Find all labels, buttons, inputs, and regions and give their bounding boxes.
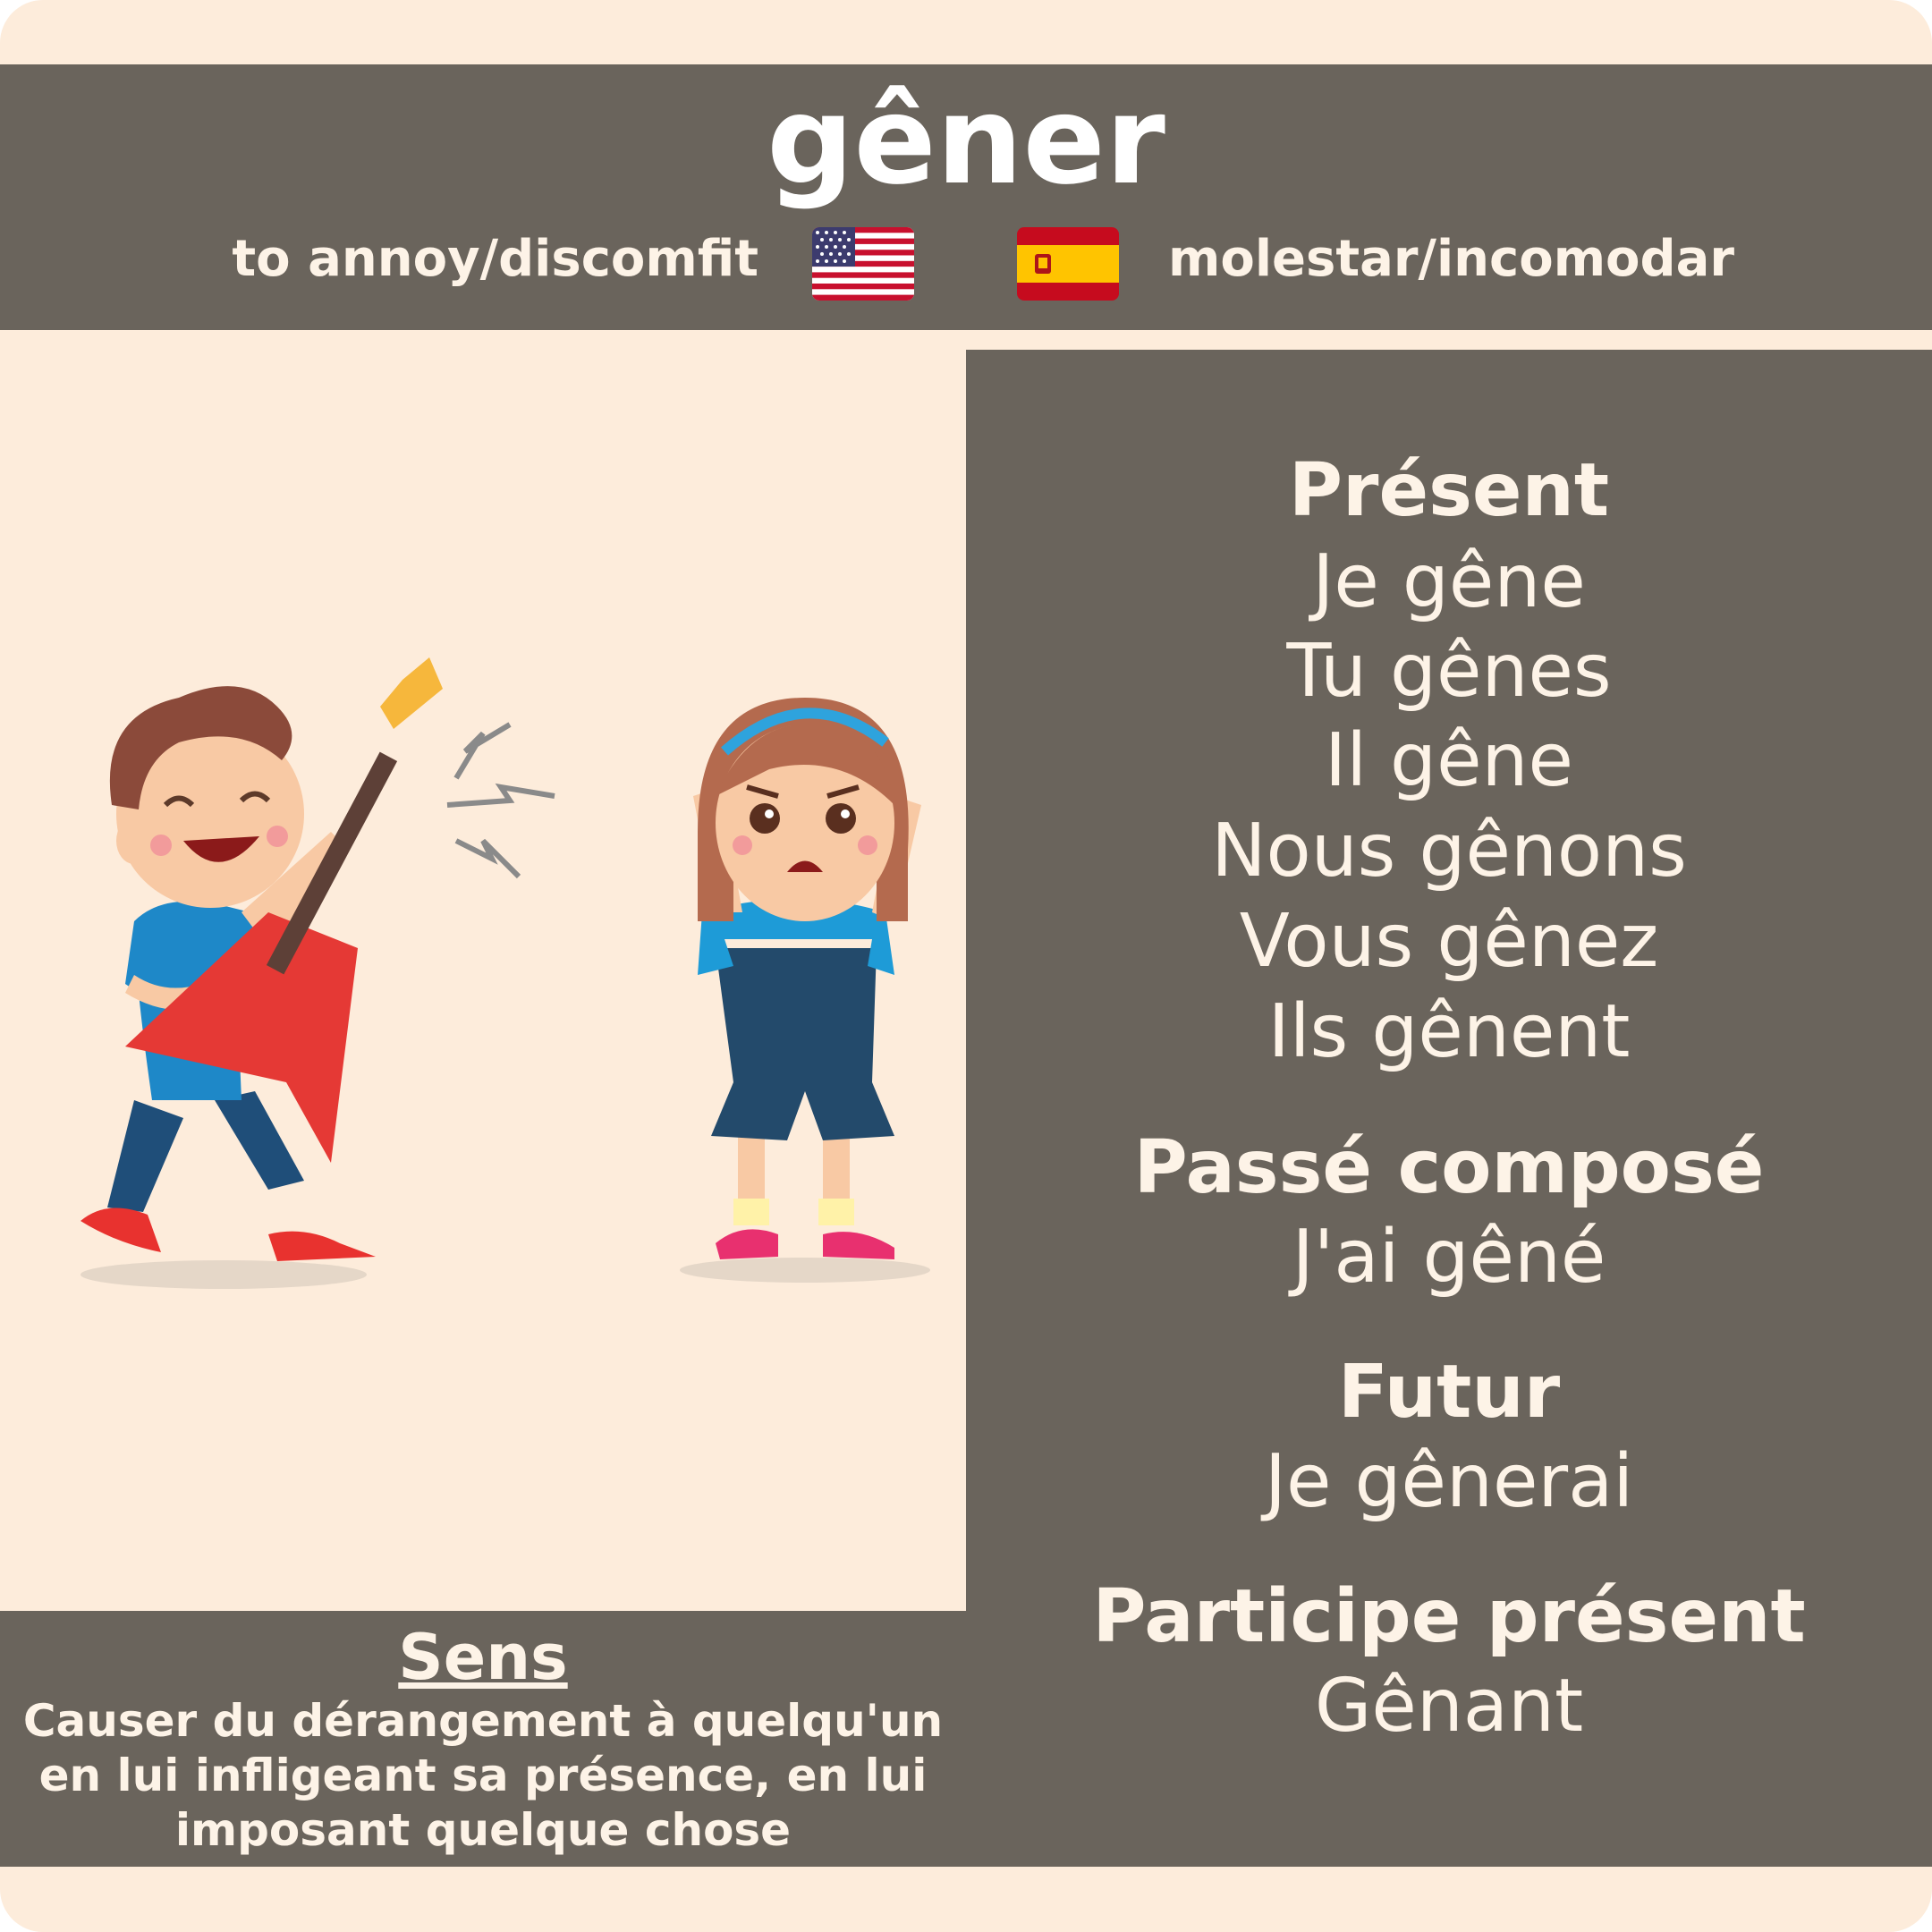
- futur-form: Je gênerai: [1264, 1439, 1634, 1524]
- sens-title: Sens: [398, 1621, 568, 1694]
- present-form-ils: Ils gênent: [1267, 989, 1631, 1074]
- passe-compose-form: J'ai gêné: [1292, 1215, 1606, 1300]
- verb-card: gêner to annoy/discomfit molestar/incomo…: [0, 0, 1932, 1932]
- spain-flag-icon: [1017, 227, 1119, 301]
- present-form-je: Je gêne: [1312, 539, 1586, 624]
- boy-playing-guitar-and-annoyed-girl-illustration: [36, 617, 948, 1297]
- boy-figure: [80, 657, 443, 1261]
- spanish-translation: molestar/incomodar: [1168, 230, 1735, 288]
- present-form-nous: Nous gênons: [1211, 809, 1687, 894]
- us-flag-icon: [812, 227, 914, 301]
- sens-line: imposant quelque chose: [174, 1804, 792, 1856]
- sens-line: en lui infligeant sa présence, en lui: [38, 1750, 928, 1801]
- present-form-vous: Vous gênez: [1239, 899, 1659, 984]
- participe-present-form: Gênant: [1314, 1664, 1584, 1749]
- present-heading: Présent: [1288, 448, 1610, 533]
- passe-compose-heading: Passé composé: [1133, 1125, 1765, 1210]
- english-translation: to annoy/discomfit: [232, 230, 758, 288]
- participe-present-heading: Participe présent: [1092, 1574, 1806, 1659]
- futur-heading: Futur: [1337, 1350, 1561, 1435]
- sens-line: Causer du dérangement à quelqu'un: [22, 1695, 944, 1747]
- present-form-tu: Tu gênes: [1286, 629, 1612, 714]
- sens-definition: Causer du dérangement à quelqu'un en lui…: [0, 1694, 966, 1858]
- present-form-il: Il gêne: [1325, 718, 1573, 803]
- verb-title: gêner: [767, 71, 1165, 212]
- girl-figure: [693, 698, 921, 1259]
